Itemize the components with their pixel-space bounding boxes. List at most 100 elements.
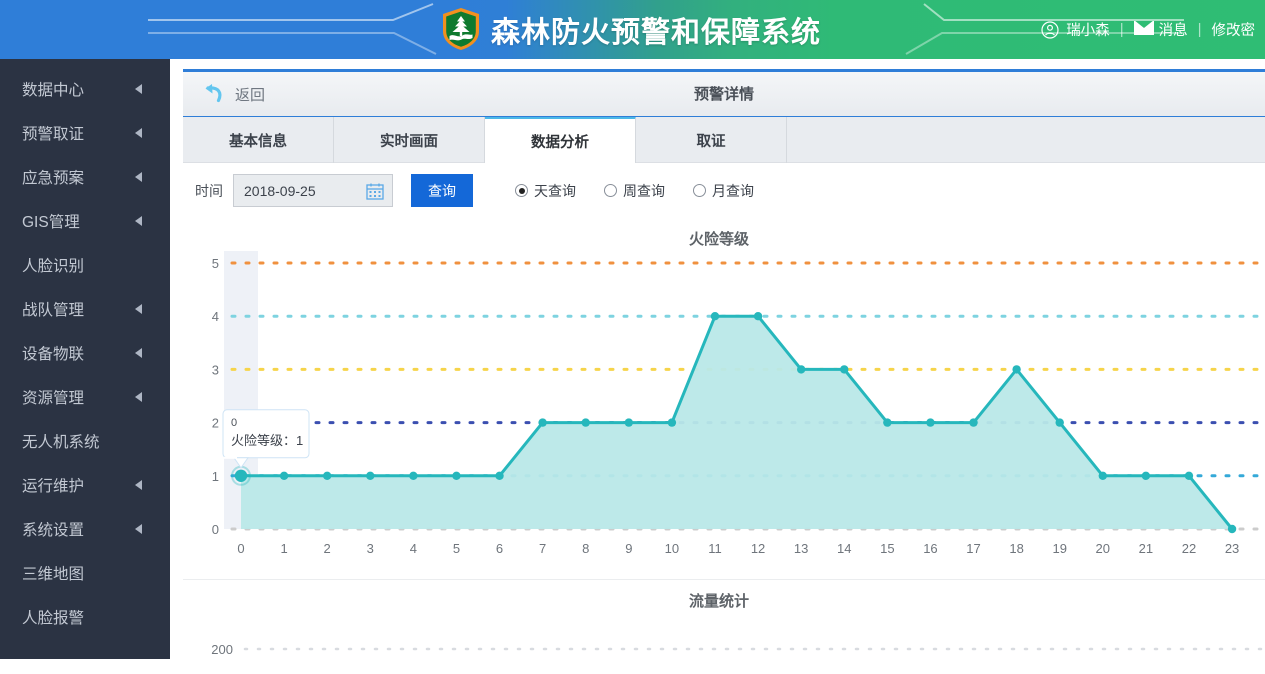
svg-text:8: 8 bbox=[582, 541, 589, 556]
envelope-icon bbox=[1133, 19, 1155, 39]
app-header: 森林防火预警和保障系统 瑞小森 | 消息 | 修改密 bbox=[0, 0, 1265, 59]
fire-risk-level-chart[interactable]: 0123450 1 2 3 4 5 6 7 8 9 10 11 12 13 14 15 16 17 18 19 20 21… bbox=[183, 251, 1265, 571]
sidebar-item-label: 人脸识别 bbox=[22, 258, 85, 275]
change-password-label: 修改密 bbox=[1211, 23, 1256, 39]
user-menu[interactable]: 瑞小森 bbox=[1031, 19, 1120, 40]
back-label: 返回 bbox=[235, 86, 266, 104]
radio-label: 月查询 bbox=[712, 182, 754, 199]
svg-text:17: 17 bbox=[966, 541, 980, 556]
tab-label: 取证 bbox=[696, 133, 726, 150]
svg-text:0: 0 bbox=[231, 417, 237, 429]
back-arrow-icon bbox=[199, 82, 225, 106]
svg-text:20: 20 bbox=[1096, 541, 1110, 556]
filter-bar: 时间 2018-09-25 查询 天查询 周查询 月查询 bbox=[183, 163, 1265, 218]
messages-label: 消息 bbox=[1158, 23, 1188, 39]
sidebar-item-label: 资源管理 bbox=[22, 390, 85, 407]
svg-text:19: 19 bbox=[1052, 541, 1066, 556]
svg-text:火险等级：1: 火险等级：1 bbox=[231, 433, 303, 448]
tab-evidence[interactable]: 取证 bbox=[636, 117, 787, 163]
date-input[interactable]: 2018-09-25 bbox=[233, 174, 393, 207]
messages-menu[interactable]: 消息 bbox=[1124, 19, 1198, 40]
caret-left-icon bbox=[135, 128, 142, 138]
user-name: 瑞小森 bbox=[1066, 23, 1110, 39]
caret-left-icon bbox=[135, 216, 142, 226]
traffic-chart-block: 流量统计 200 bbox=[183, 580, 1265, 674]
sidebar-item-label: GIS管理 bbox=[22, 214, 80, 231]
sidebar-item-operation-maintenance[interactable]: 运行维护 bbox=[0, 463, 170, 507]
time-label: 时间 bbox=[195, 182, 223, 199]
svg-text:200: 200 bbox=[211, 642, 233, 657]
radio-day-query[interactable]: 天查询 bbox=[515, 181, 576, 201]
svg-text:4: 4 bbox=[212, 309, 219, 324]
svg-text:5: 5 bbox=[453, 541, 460, 556]
caret-left-icon bbox=[135, 304, 142, 314]
radio-week-query[interactable]: 周查询 bbox=[604, 181, 665, 201]
main-panel: 返回 预警详情 基本信息 实时画面 数据分析 取证 时间 2018-09-25 bbox=[183, 69, 1265, 674]
sidebar-item-resource-management[interactable]: 资源管理 bbox=[0, 375, 170, 419]
caret-left-icon bbox=[135, 172, 142, 182]
query-button[interactable]: 查询 bbox=[411, 174, 473, 207]
user-circle-icon bbox=[1041, 20, 1059, 39]
svg-text:12: 12 bbox=[751, 541, 765, 556]
header-right-menu: 瑞小森 | 消息 | 修改密 bbox=[1031, 0, 1265, 59]
sidebar-item-data-center[interactable]: 数据中心 bbox=[0, 67, 170, 111]
svg-text:0: 0 bbox=[237, 541, 244, 556]
svg-text:16: 16 bbox=[923, 541, 937, 556]
sidebar-item-label: 设备物联 bbox=[22, 346, 85, 363]
content-topbar: 返回 预警详情 bbox=[183, 72, 1265, 117]
radio-month-query[interactable]: 月查询 bbox=[693, 181, 754, 201]
query-mode-radio-group: 天查询 周查询 月查询 bbox=[515, 181, 754, 201]
sidebar-item-system-settings[interactable]: 系统设置 bbox=[0, 507, 170, 551]
shield-pine-tree-icon bbox=[441, 7, 481, 51]
app-title: 森林防火预警和保障系统 bbox=[491, 16, 822, 49]
sidebar-item-drone-system[interactable]: 无人机系统 bbox=[0, 419, 170, 463]
sidebar-item-emergency-plan[interactable]: 应急预案 bbox=[0, 155, 170, 199]
svg-text:13: 13 bbox=[794, 541, 808, 556]
svg-text:1: 1 bbox=[280, 541, 287, 556]
sidebar-item-face-alarm[interactable]: 人脸报警 bbox=[0, 595, 170, 639]
radio-label: 天查询 bbox=[534, 182, 576, 199]
svg-text:2: 2 bbox=[212, 416, 219, 431]
svg-text:0: 0 bbox=[212, 522, 219, 537]
svg-text:6: 6 bbox=[496, 541, 503, 556]
svg-text:14: 14 bbox=[837, 541, 851, 556]
app-root: 森林防火预警和保障系统 瑞小森 | 消息 | 修改密 数据中心 预警取证 应急预… bbox=[0, 0, 1265, 674]
tab-label: 基本信息 bbox=[229, 133, 287, 150]
change-password-menu[interactable]: 修改密 bbox=[1202, 19, 1265, 40]
radio-dot-icon bbox=[693, 184, 706, 197]
sidebar-item-gis-management[interactable]: GIS管理 bbox=[0, 199, 170, 243]
svg-text:10: 10 bbox=[665, 541, 679, 556]
sidebar: 数据中心 预警取证 应急预案 GIS管理 人脸识别 战队管理 设备物联 资源管理… bbox=[0, 59, 170, 659]
svg-text:22: 22 bbox=[1182, 541, 1196, 556]
caret-left-icon bbox=[135, 392, 142, 402]
sidebar-item-device-iot[interactable]: 设备物联 bbox=[0, 331, 170, 375]
tab-data-analysis[interactable]: 数据分析 bbox=[485, 116, 636, 163]
sidebar-item-label: 应急预案 bbox=[22, 170, 85, 187]
sidebar-item-label: 系统设置 bbox=[22, 522, 85, 539]
sidebar-item-team-management[interactable]: 战队管理 bbox=[0, 287, 170, 331]
sidebar-item-label: 人脸报警 bbox=[22, 610, 85, 627]
caret-left-icon bbox=[135, 524, 142, 534]
sidebar-item-3d-map[interactable]: 三维地图 bbox=[0, 551, 170, 595]
sidebar-item-label: 数据中心 bbox=[22, 82, 85, 99]
traffic-statistics-chart[interactable]: 200 bbox=[183, 613, 1265, 674]
svg-text:7: 7 bbox=[539, 541, 546, 556]
caret-left-icon bbox=[135, 84, 142, 94]
calendar-icon[interactable] bbox=[366, 182, 384, 200]
sidebar-item-face-recognition[interactable]: 人脸识别 bbox=[0, 243, 170, 287]
sidebar-item-label: 预警取证 bbox=[22, 126, 85, 143]
svg-text:15: 15 bbox=[880, 541, 894, 556]
caret-left-icon bbox=[135, 480, 142, 490]
svg-text:3: 3 bbox=[367, 541, 374, 556]
tab-live-view[interactable]: 实时画面 bbox=[334, 117, 485, 163]
sidebar-item-warning-evidence[interactable]: 预警取证 bbox=[0, 111, 170, 155]
header-decoration-left bbox=[148, 0, 448, 59]
svg-text:5: 5 bbox=[212, 256, 219, 271]
sidebar-item-label: 无人机系统 bbox=[22, 434, 100, 451]
fire-risk-chart-block: 火险等级 0 1 2 3 4 5 0 1 2 3 4 5 6 7 8 9 10 11 12 13 14 15 16 17 18 1… bbox=[183, 218, 1265, 571]
brand: 森林防火预警和保障系统 bbox=[441, 0, 821, 59]
date-value: 2018-09-25 bbox=[244, 182, 316, 199]
svg-text:11: 11 bbox=[708, 541, 722, 556]
tab-basic-info[interactable]: 基本信息 bbox=[183, 117, 334, 163]
back-button[interactable]: 返回 bbox=[183, 82, 265, 106]
